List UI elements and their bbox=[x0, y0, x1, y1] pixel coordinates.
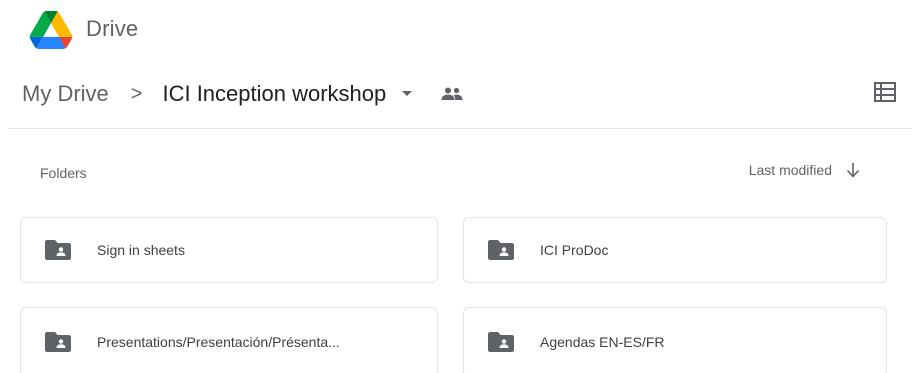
breadcrumb-my-drive[interactable]: My Drive bbox=[22, 81, 109, 107]
caret-down-icon[interactable] bbox=[402, 91, 413, 97]
list-view-icon[interactable] bbox=[874, 82, 896, 102]
app-name: Drive bbox=[86, 16, 139, 41]
shared-folder-icon bbox=[45, 332, 71, 352]
sort-label[interactable]: Last modified bbox=[749, 162, 832, 178]
shared-folder-icon bbox=[488, 332, 514, 352]
shared-people-icon[interactable] bbox=[440, 86, 464, 102]
shared-folder-icon bbox=[45, 240, 71, 260]
app-bar: Drive bbox=[0, 0, 920, 64]
folder-label: ICI ProDoc bbox=[540, 242, 609, 258]
arrow-down-icon[interactable] bbox=[846, 162, 860, 178]
folder-label: Agendas EN-ES/FR bbox=[540, 334, 665, 350]
folder-card[interactable]: ICI ProDoc bbox=[463, 217, 887, 283]
folder-label: Presentations/Presentación/Présenta... bbox=[97, 334, 340, 350]
folder-label: Sign in sheets bbox=[97, 242, 185, 258]
breadcrumb-current-folder[interactable]: ICI Inception workshop bbox=[162, 81, 386, 107]
folder-card[interactable]: Agendas EN-ES/FR bbox=[463, 307, 887, 373]
google-drive-logo[interactable] bbox=[29, 11, 73, 49]
header-divider bbox=[8, 128, 912, 129]
sort-control[interactable]: Last modified bbox=[749, 162, 860, 178]
folder-card[interactable]: Sign in sheets bbox=[20, 217, 438, 283]
folder-card[interactable]: Presentations/Presentación/Présenta... bbox=[20, 307, 438, 373]
breadcrumb: My Drive > ICI Inception workshop bbox=[22, 74, 464, 114]
drive-page: Drive My Drive > ICI Inception workshop … bbox=[0, 0, 920, 373]
breadcrumb-separator: > bbox=[130, 82, 143, 105]
shared-folder-icon bbox=[488, 240, 514, 260]
section-label-folders: Folders bbox=[40, 165, 87, 181]
